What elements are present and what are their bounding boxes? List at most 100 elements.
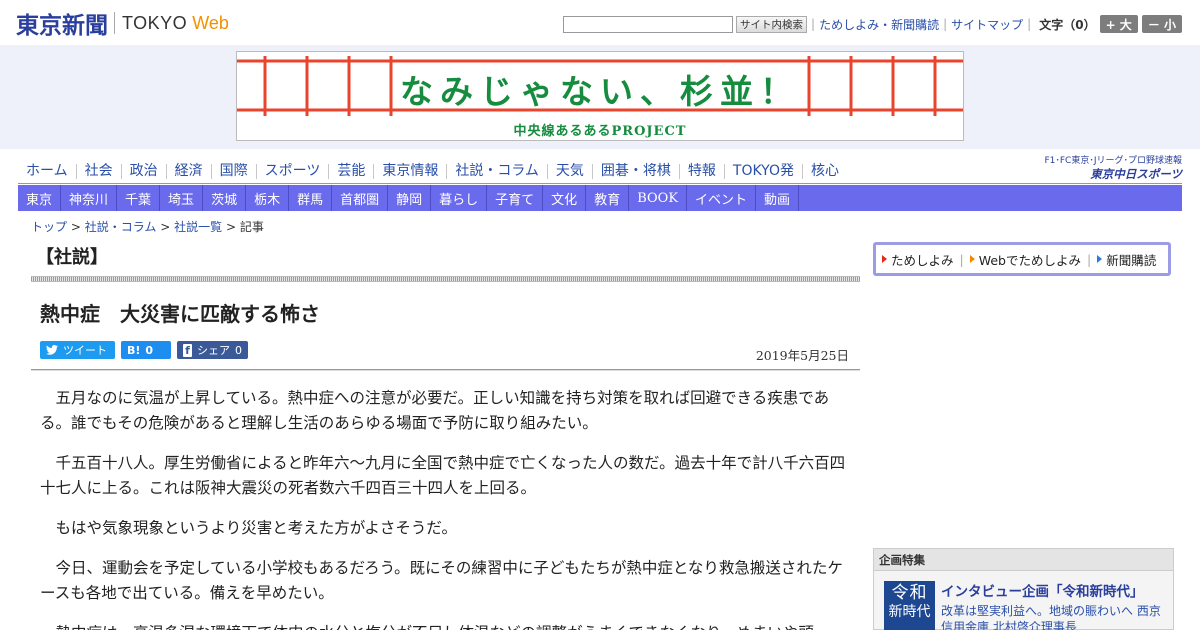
- special-feature-heading: 企画特集: [874, 549, 1173, 571]
- nav2-culture[interactable]: 文化: [543, 185, 587, 211]
- subscribe-label: 新聞購読: [1106, 252, 1157, 268]
- hatena-count: 0: [145, 343, 154, 357]
- subscribe-link[interactable]: 新聞購読: [1097, 250, 1156, 269]
- site-search-button[interactable]: サイト内検索: [736, 15, 808, 33]
- hatena-bookmark-button[interactable]: B! 0: [121, 341, 171, 359]
- facebook-share-button[interactable]: f シェア 0: [177, 341, 248, 359]
- secondary-nav: 東京 神奈川 千葉 埼玉 茨城 栃木 群馬 首都圏 静岡 暮らし 子育て 文化 …: [18, 185, 1182, 211]
- special-feature-text[interactable]: 改革は堅実利益へ。地域の賑わいへ 西京信用金庫 北村啓介理事長: [941, 603, 1171, 630]
- nav2-education[interactable]: 教育: [586, 185, 630, 211]
- nav-tokyo-info[interactable]: 東京情報: [374, 163, 448, 179]
- nav2-parenting[interactable]: 子育て: [487, 185, 544, 211]
- article-paragraph: もはや気象現象というより災害と考えた方がよさそうだ。: [55, 519, 457, 537]
- nav2-tochigi[interactable]: 栃木: [246, 185, 290, 211]
- article-paragraph: 熱中症は、高温多湿な環境下で体内の水分と塩分が不足し体温などの調整がうまくできな…: [40, 621, 852, 630]
- date-divider: [31, 369, 860, 371]
- ad-banner[interactable]: なみじゃない、杉並！ 中央線あるあるPROJECT: [236, 51, 964, 141]
- nav-kakushin[interactable]: 核心: [803, 163, 847, 179]
- special-feature-box: 企画特集 令和 新時代 インタビュー企画「令和新時代」 改革は堅実利益へ。地域の…: [873, 548, 1174, 630]
- nav2-living[interactable]: 暮らし: [431, 185, 488, 211]
- nav2-event[interactable]: イベント: [687, 185, 757, 211]
- share-buttons: ツイート B! 0 f シェア 0: [40, 341, 248, 359]
- breadcrumb: トップ > 社説・コラム > 社説一覧 > 記事: [31, 218, 264, 235]
- font-larger-button[interactable]: + 大: [1099, 15, 1138, 33]
- site-search-input[interactable]: [563, 15, 734, 33]
- twitter-bird-icon: [46, 345, 58, 355]
- chunichi-logo: 東京中日スポーツ: [1090, 167, 1182, 181]
- logo-tokyo-text: TOKYO: [122, 12, 188, 33]
- reiwa-feature-thumbnail[interactable]: 令和 新時代: [884, 581, 935, 630]
- nav-weather[interactable]: 天気: [548, 163, 593, 179]
- web-trial-read-label: Webでためしよみ: [978, 252, 1081, 268]
- special-feature-title[interactable]: インタビュー企画「令和新時代」: [941, 580, 1144, 600]
- nav2-shutoken[interactable]: 首都圏: [332, 185, 389, 211]
- nav2-gunma[interactable]: 群馬: [289, 185, 333, 211]
- breadcrumb-editorial-list[interactable]: 社説一覧: [174, 220, 222, 234]
- article-body: 五月なのに気温が上昇している。熱中症への注意が必要だ。正しい知識を持ち対策を取れ…: [40, 386, 852, 630]
- section-heading: 【社説】: [36, 247, 108, 268]
- primary-nav: ホーム 社会 政治 経済 国際 スポーツ 芸能 東京情報 社説・コラム 天気 囲…: [18, 158, 1018, 184]
- nav2-book[interactable]: BOOK: [629, 185, 688, 211]
- nav-home[interactable]: ホーム: [18, 163, 77, 179]
- banner-title: なみじゃない、杉並！: [400, 72, 800, 111]
- article-title: 熱中症 大災害に匹敵する怖さ: [40, 302, 320, 326]
- nav-tokuho[interactable]: 特報: [680, 163, 725, 179]
- nav-international[interactable]: 国際: [212, 163, 257, 179]
- arrow-right-icon: [1097, 255, 1103, 263]
- nav-editorial-column[interactable]: 社説・コラム: [447, 163, 548, 179]
- reiwa-badge-line2: 新時代: [888, 604, 931, 620]
- subscribe-box: ためしよみ | Webでためしよみ | 新聞購読: [873, 242, 1171, 276]
- facebook-count: 0: [235, 343, 242, 357]
- nav2-kanagawa[interactable]: 神奈川: [61, 185, 118, 211]
- article-paragraph: 五月なのに気温が上昇している。熱中症への注意が必要だ。正しい知識を持ち対策を取れ…: [40, 389, 830, 432]
- banner-subtitle: 中央線あるあるPROJECT: [513, 124, 687, 139]
- article-paragraph: 今日、運動会を予定している小学校もあるだろう。既にその練習中に子どもたちが熱中症…: [40, 559, 843, 602]
- tweet-button[interactable]: ツイート: [40, 341, 115, 359]
- reiwa-badge-line1: 令和: [891, 583, 928, 603]
- nav-divider-line: [18, 183, 1182, 184]
- nav2-saitama[interactable]: 埼玉: [160, 185, 204, 211]
- nav2-tokyo[interactable]: 東京: [18, 185, 62, 211]
- breadcrumb-separator: >: [70, 220, 81, 234]
- chunichi-sports-link[interactable]: F1･FC東京･Jリーグ･プロ野球速報 東京中日スポーツ: [1027, 153, 1182, 181]
- nav-go-shogi[interactable]: 囲碁・将棋: [593, 163, 680, 179]
- logo-web-text: Web: [192, 12, 229, 33]
- nav2-chiba[interactable]: 千葉: [117, 185, 161, 211]
- hatena-b-icon: B!: [127, 343, 141, 357]
- nav-tokyo-hatsu[interactable]: TOKYO発: [725, 163, 803, 179]
- facebook-share-label: シェア: [197, 344, 230, 357]
- divider: |: [1087, 251, 1092, 267]
- trial-read-label: ためしよみ: [891, 252, 954, 268]
- breadcrumb-separator: >: [160, 220, 171, 234]
- trial-read-link[interactable]: ためしよみ: [882, 250, 954, 269]
- nav-politics[interactable]: 政治: [122, 163, 167, 179]
- sitemap-link[interactable]: サイトマップ: [951, 16, 1023, 33]
- font-size-label: 文字（0）: [1039, 17, 1096, 32]
- divider: |: [811, 17, 816, 31]
- nav-sports[interactable]: スポーツ: [257, 163, 330, 179]
- tweet-label: ツイート: [63, 344, 107, 357]
- divider: |: [959, 251, 964, 267]
- site-logo[interactable]: 東京新聞 TOKYO Web: [16, 9, 229, 39]
- web-trial-read-link[interactable]: Webでためしよみ: [969, 250, 1081, 269]
- chunichi-tagline: F1･FC東京･Jリーグ･プロ野球速報: [1044, 156, 1182, 166]
- breadcrumb-top[interactable]: トップ: [31, 220, 67, 234]
- trial-subscribe-link[interactable]: ためしよみ・新聞購読: [819, 16, 939, 33]
- facebook-icon: f: [183, 343, 192, 357]
- breadcrumb-current: 記事: [239, 220, 264, 234]
- breadcrumb-editorial-column[interactable]: 社説・コラム: [85, 220, 157, 234]
- section-divider: [31, 276, 860, 282]
- breadcrumb-separator: >: [225, 220, 236, 234]
- font-smaller-button[interactable]: － 小: [1141, 15, 1182, 33]
- nav-society[interactable]: 社会: [77, 163, 122, 179]
- arrow-right-icon: [969, 255, 975, 263]
- header-utility-bar: サイト内検索 | ためしよみ・新聞購読 | サイトマップ | 文字（0） + 大…: [563, 13, 1182, 35]
- site-header: 東京新聞 TOKYO Web サイト内検索 | ためしよみ・新聞購読 | サイト…: [0, 0, 1200, 45]
- nav-economy[interactable]: 経済: [167, 163, 212, 179]
- nav2-video[interactable]: 動画: [756, 185, 800, 211]
- arrow-right-icon: [882, 255, 887, 263]
- nav-entertainment[interactable]: 芸能: [329, 163, 375, 179]
- nav2-ibaraki[interactable]: 茨城: [203, 185, 247, 211]
- divider: |: [1027, 17, 1032, 31]
- nav2-shizuoka[interactable]: 静岡: [388, 185, 432, 211]
